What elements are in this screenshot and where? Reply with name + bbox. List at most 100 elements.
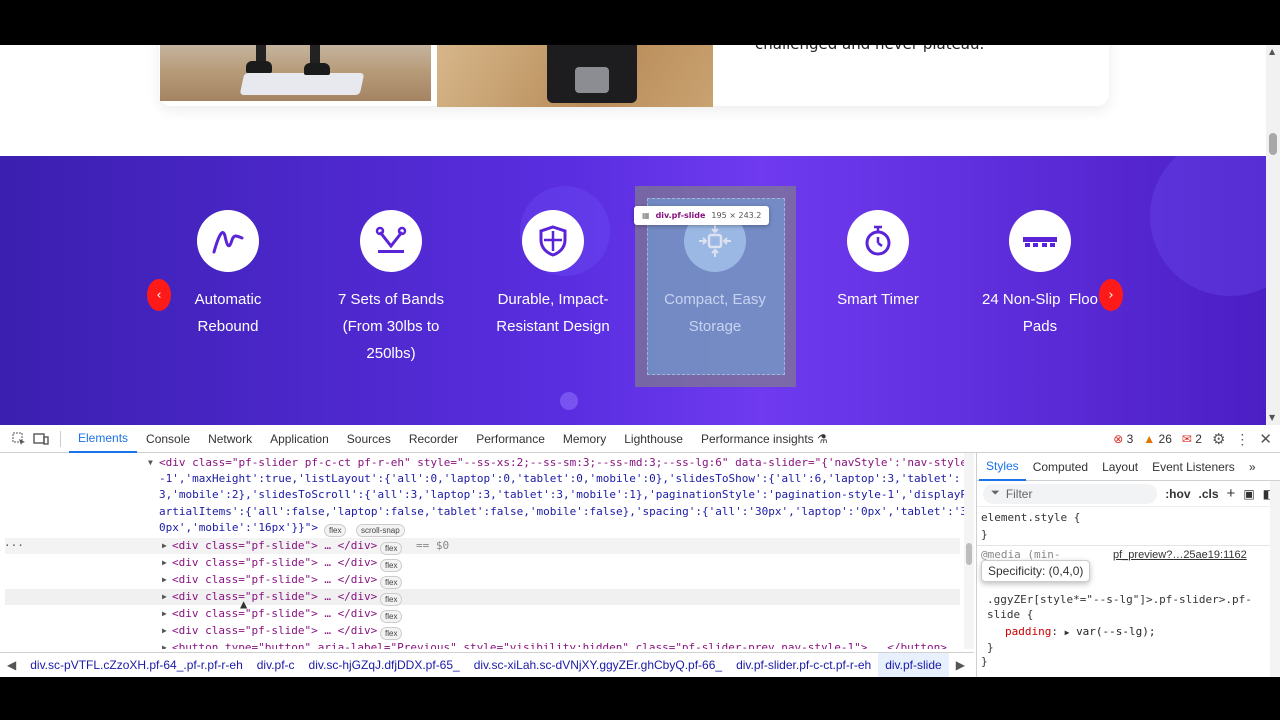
rule-declaration[interactable]: padding: ▶ var(--s-lg); — [1005, 625, 1156, 638]
dom-scrollbar[interactable] — [964, 453, 974, 649]
tab-performance[interactable]: Performance — [467, 425, 554, 453]
tab-application[interactable]: Application — [261, 425, 338, 453]
dom-slider-line-2[interactable]: -1','maxHeight':true,'listLayout':{'all'… — [159, 471, 960, 488]
flex-badge[interactable]: flex — [380, 559, 403, 572]
breadcrumb: ◀ div.sc-pVTFL.cZzoXH.pf-64_.pf-r.pf-r-e… — [0, 652, 974, 678]
crumb-3[interactable]: div.sc-hjGZqJ.dfjDDX.pf-65_ — [302, 658, 467, 672]
scroll-snap-badge[interactable]: scroll-snap — [356, 524, 405, 537]
warning-counter[interactable]: ▲ 26 — [1143, 432, 1172, 446]
crumb-6[interactable]: div.pf-slide — [878, 652, 949, 678]
dom-button-prev[interactable]: <button type="button" aria-label="Previo… — [172, 640, 947, 649]
flex-badge[interactable]: flex — [380, 576, 403, 589]
tab-network[interactable]: Network — [199, 425, 261, 453]
expand-arrow-icon[interactable]: ▶ — [162, 640, 167, 649]
tab-recorder[interactable]: Recorder — [400, 425, 467, 453]
tab-performance-insights[interactable]: Performance insights ⚗ — [692, 425, 837, 453]
features-banner: Automatic Rebound 7 Sets of Bands (From 30… — [0, 156, 1266, 425]
warning-icon: ▲ — [1143, 432, 1156, 446]
device-toolbar-icon[interactable] — [30, 428, 52, 450]
filter-icon: ⏷ — [991, 487, 1000, 499]
timer-icon — [847, 210, 909, 272]
tooltip-dimensions: 195 × 243.2 — [711, 211, 762, 220]
tab-lighthouse[interactable]: Lighthouse — [615, 425, 692, 453]
non-slip-pads-icon — [1009, 210, 1071, 272]
paint-icon[interactable]: ▣ — [1243, 487, 1254, 501]
tooltip-selector: div.pf-slide — [655, 211, 706, 220]
hov-toggle[interactable]: :hov — [1165, 487, 1190, 501]
tab-layout[interactable]: Layout — [1095, 453, 1145, 481]
crumb-5[interactable]: div.pf-slider.pf-c-ct.pf-r-eh — [729, 658, 878, 672]
quote-text: challenged and never plateau. — [755, 45, 984, 53]
tab-elements[interactable]: Elements — [69, 425, 138, 453]
flex-badge[interactable]: flex — [380, 610, 403, 623]
dom-slider-line-4[interactable]: artialItems':{'all':false,'laptop':false… — [159, 504, 967, 521]
crumb-4[interactable]: div.sc-xiLah.sc-dVNjXY.ggyZEr.ghCbyQ.pf-… — [467, 658, 729, 672]
error-counter[interactable]: ⊗ 3 — [1113, 432, 1133, 446]
styles-scrollbar[interactable] — [1270, 481, 1280, 677]
element-style-close: } — [981, 528, 988, 541]
dom-slider-line-1[interactable]: <div class="pf-slider pf-c-ct pf-r-eh" s… — [159, 455, 967, 472]
tab-console[interactable]: Console — [137, 425, 199, 453]
issue-counter[interactable]: ✉ 2 — [1182, 432, 1202, 446]
flex-badge[interactable]: flex — [380, 593, 403, 606]
tab-event-listeners[interactable]: Event Listeners — [1145, 453, 1242, 481]
grid-icon: ▦ — [642, 211, 650, 220]
dom-slide-6[interactable]: <div class="pf-slide"> … </div> — [172, 623, 377, 640]
rule-selector[interactable]: .ggyZEr[style*="--s-lg"]>.pf-slider>.pf- — [987, 593, 1252, 606]
slider-next-button[interactable]: › — [1099, 279, 1123, 311]
page-scrollbar-thumb[interactable] — [1269, 133, 1277, 155]
flex-badge[interactable]: flex — [380, 542, 403, 555]
feature-durable: Durable, Impact- Resistant Design — [478, 210, 628, 340]
crumb-1[interactable]: div.sc-pVTFL.cZzoXH.pf-64_.pf-r.pf-r-eh — [23, 658, 250, 672]
element-style-open[interactable]: element.style { — [981, 511, 1080, 524]
cls-toggle[interactable]: .cls — [1199, 487, 1219, 501]
more-tabs-icon[interactable]: » — [1242, 453, 1263, 481]
expand-arrow-icon[interactable]: ▼ — [148, 455, 153, 472]
screen-bottom-bar — [0, 677, 1280, 720]
dom-slide-1[interactable]: <div class="pf-slide"> … </div> — [172, 538, 377, 555]
expand-arrow-icon[interactable]: ▶ — [162, 623, 167, 640]
page-viewport: challenged and never plateau. AutomaticR… — [0, 45, 1280, 425]
dom-tree[interactable]: ▼ <div class="pf-slider pf-c-ct pf-r-eh"… — [0, 453, 974, 649]
expand-arrow-icon[interactable]: ▶ — [162, 606, 167, 623]
inspect-tooltip: ▦ div.pf-slide 195 × 243.2 — [634, 206, 770, 225]
tab-memory[interactable]: Memory — [554, 425, 615, 453]
style-source-link[interactable]: pf_preview?…25ae19:1162 — [1113, 549, 1247, 561]
dom-slider-line-5[interactable]: 0px','mobile':'16px'}}"> — [159, 520, 318, 537]
rule-selector-cont[interactable]: slide { — [987, 608, 1033, 621]
expand-arrow-icon[interactable]: ▶ — [162, 572, 167, 589]
error-icon: ⊗ — [1113, 432, 1124, 446]
selected-marker: == $0 — [416, 539, 450, 552]
styles-filter-input[interactable]: ⏷ Filter — [983, 483, 1158, 504]
add-rule-icon[interactable]: + — [1227, 485, 1236, 502]
row-options-icon[interactable]: ··· — [4, 538, 24, 555]
specificity-tooltip: Specificity: (0,4,0) — [981, 560, 1091, 582]
tab-styles[interactable]: Styles — [979, 453, 1026, 481]
tab-sources[interactable]: Sources — [338, 425, 400, 453]
product-photo-2 — [437, 45, 713, 107]
dom-slide-5[interactable]: <div class="pf-slide"> … </div> — [172, 606, 377, 623]
slider-prev-button[interactable]: ‹ — [147, 279, 171, 311]
tab-computed[interactable]: Computed — [1026, 453, 1095, 481]
flex-badge[interactable]: flex — [380, 627, 403, 640]
crumb-scroll-right-icon[interactable]: ▶ — [949, 658, 972, 672]
devtools-toolbar: Elements Console Network Application Sou… — [0, 425, 1280, 453]
more-options-icon[interactable]: ⋮ — [1235, 431, 1249, 448]
crumb-scroll-left-icon[interactable]: ◀ — [0, 658, 23, 672]
inspect-element-icon[interactable] — [8, 428, 30, 450]
expand-arrow-icon[interactable]: ▶ — [162, 589, 167, 606]
expand-arrow-icon[interactable]: ▶ — [162, 538, 167, 555]
expand-var-icon[interactable]: ▶ — [1065, 628, 1070, 637]
close-devtools-icon[interactable]: ✕ — [1259, 430, 1272, 448]
dom-slide-2[interactable]: <div class="pf-slide"> … </div> — [172, 555, 377, 572]
scroll-up-icon[interactable]: ▲ — [1269, 47, 1275, 56]
dom-slide-3[interactable]: <div class="pf-slide"> … </div> — [172, 572, 377, 589]
settings-gear-icon[interactable]: ⚙ — [1212, 430, 1225, 448]
page-scrollbar[interactable]: ▲ ▼ — [1266, 45, 1280, 425]
dom-slider-line-3[interactable]: 3,'mobile':2},'slidesToScroll':{'all':3,… — [159, 487, 967, 504]
scroll-down-icon[interactable]: ▼ — [1269, 413, 1275, 422]
expand-arrow-icon[interactable]: ▶ — [162, 555, 167, 572]
flex-badge[interactable]: flex — [324, 524, 347, 537]
dom-slide-4[interactable]: <div class="pf-slide"> … </div> — [172, 589, 377, 606]
crumb-2[interactable]: div.pf-c — [250, 658, 302, 672]
